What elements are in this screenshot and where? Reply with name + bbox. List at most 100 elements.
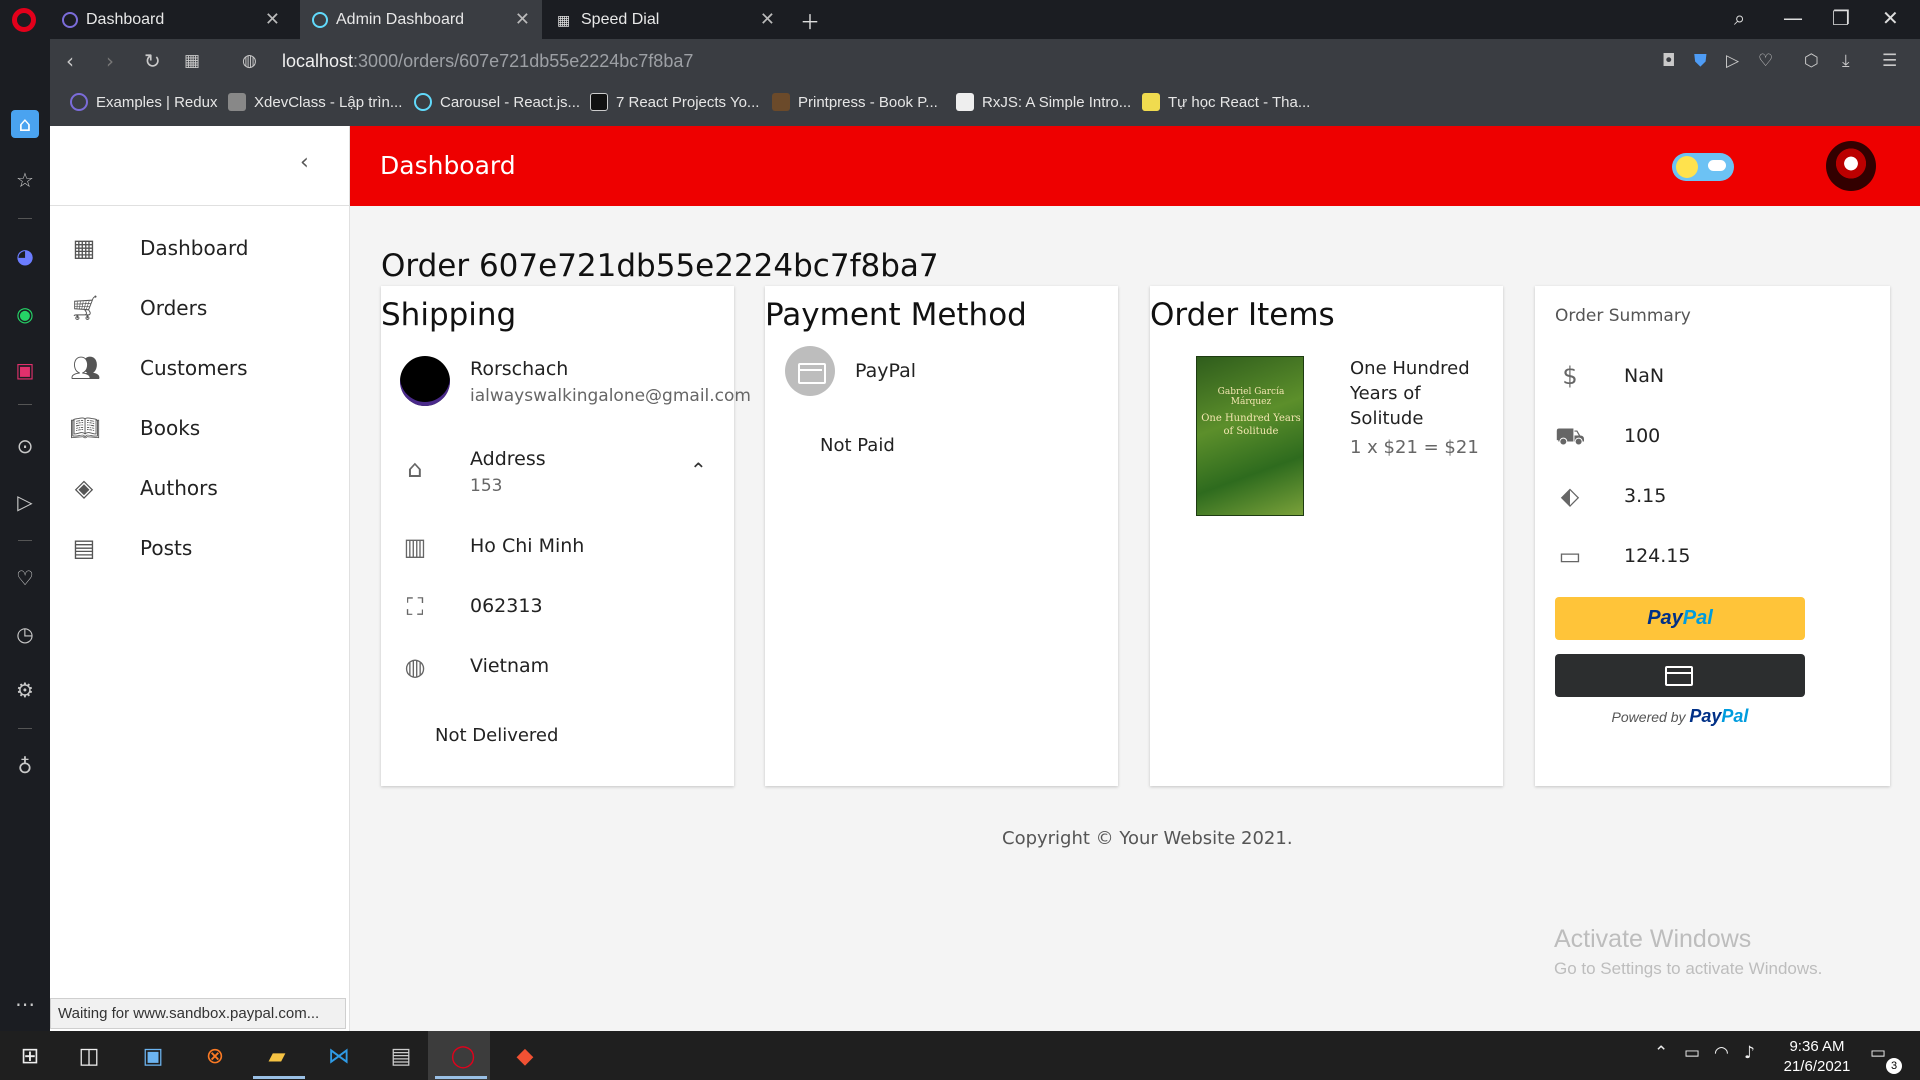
close-tab-icon[interactable]: ✕ <box>515 9 530 30</box>
git-icon[interactable]: ◆ <box>507 1040 543 1072</box>
volume-icon[interactable]: ♪ <box>1744 1043 1755 1063</box>
notifications-icon[interactable]: ▭ <box>1870 1043 1886 1063</box>
sidebar-item-dashboard[interactable]: ▦ Dashboard <box>50 218 350 278</box>
order-summary-title: Order Summary <box>1555 306 1691 326</box>
page-title: Order 607e721db55e2224bc7f8ba7 <box>381 248 939 284</box>
url-host: localhost <box>282 51 354 71</box>
sidebar-item-customers[interactable]: 👥︎ Customers <box>50 338 350 398</box>
battery-icon[interactable]: ▭ <box>1684 1043 1700 1063</box>
dashboard-icon: ▦ <box>72 234 96 262</box>
sidebar-item-posts[interactable]: ▤ Posts <box>50 518 350 578</box>
item-name[interactable]: One Hundred Years of Solitude <box>1350 356 1490 431</box>
whatsapp-icon[interactable]: ◉ <box>11 300 39 328</box>
new-tab-icon[interactable]: ＋ <box>800 6 820 35</box>
speed-dial-icon: ▦ <box>557 11 571 28</box>
sidebar-item-authors[interactable]: ◈ Authors <box>50 458 350 518</box>
sidebar-item-orders[interactable]: 🛒︎ Orders <box>50 278 350 338</box>
chevron-left-icon[interactable]: ‹ <box>300 150 309 175</box>
tab-dashboard[interactable]: Dashboard ✕ <box>50 0 292 39</box>
divider <box>18 728 32 729</box>
windows-watermark-title: Activate Windows <box>1554 925 1752 953</box>
wifi-icon[interactable]: ◠ <box>1714 1043 1729 1063</box>
taskbar-clock[interactable]: 9:36 AM 21/6/2021 <box>1772 1037 1862 1077</box>
reload-icon[interactable]: ↻ <box>144 49 161 73</box>
history-icon[interactable]: ◷ <box>11 620 39 648</box>
star-icon[interactable]: ☆ <box>11 166 39 194</box>
bookmark-printpress[interactable]: Printpress - Book P... <box>772 93 938 111</box>
url-field[interactable]: localhost:3000/orders/607e721db55e2224bc… <box>282 51 693 72</box>
chevron-up-icon[interactable]: ⌃ <box>1654 1043 1668 1063</box>
sidebar-item-label: Books <box>140 416 201 440</box>
cube-icon[interactable]: ⬡ <box>1804 51 1819 71</box>
customer-email: ialwayswalkingalone@gmail.com <box>470 386 751 406</box>
folder-icon[interactable]: ▰ <box>259 1040 295 1072</box>
close-tab-icon[interactable]: ✕ <box>265 9 280 30</box>
app-window-icon[interactable]: ▤ <box>383 1040 419 1072</box>
globe-icon: ◍ <box>242 51 257 71</box>
user-avatar[interactable] <box>1826 141 1876 191</box>
messenger-icon[interactable]: ◕ <box>11 242 39 270</box>
bookmark-xdevclass[interactable]: XdevClass - Lập trìn... <box>228 93 402 111</box>
bookmark-rxjs[interactable]: RxJS: A Simple Intro... <box>956 93 1131 111</box>
close-window-icon[interactable]: ✕ <box>1882 6 1899 30</box>
minimize-icon[interactable]: — <box>1783 6 1803 30</box>
back-icon[interactable]: ‹ <box>66 49 74 73</box>
heart-icon[interactable]: ♡ <box>1758 51 1773 71</box>
book-cover-title: One Hundred Years of Solitude <box>1201 413 1301 437</box>
file-explorer-icon[interactable]: ▣ <box>135 1040 171 1072</box>
opera-icon[interactable]: ◯ <box>445 1040 481 1072</box>
send-icon[interactable]: ▷ <box>1726 51 1739 71</box>
vscode-icon[interactable]: ⋈ <box>321 1040 357 1072</box>
customer-avatar <box>400 356 450 406</box>
player-icon[interactable]: ⊙ <box>11 432 39 460</box>
bookmark-carousel[interactable]: Carousel - React.js... <box>414 93 580 111</box>
city: Ho Chi Minh <box>470 535 585 557</box>
taskbar-running-indicator <box>253 1076 305 1079</box>
js-icon <box>1142 93 1160 111</box>
instagram-icon[interactable]: ▣ <box>11 356 39 384</box>
lightbulb-icon[interactable]: ♁ <box>11 752 39 780</box>
send-icon[interactable]: ▷ <box>11 488 39 516</box>
debit-credit-card-button[interactable] <box>1555 654 1805 697</box>
opera-logo-icon[interactable] <box>12 8 36 32</box>
tabs-grid-icon[interactable]: ▦ <box>184 51 200 71</box>
customer-name: Rorschach <box>470 358 569 380</box>
forward-icon[interactable]: › <box>106 49 114 73</box>
restore-icon[interactable]: ❐ <box>1832 6 1850 30</box>
fullscreen-icon: ⛶ <box>406 593 424 621</box>
download-icon[interactable]: ⤓ <box>1842 51 1850 71</box>
camera-icon[interactable]: ◘ <box>1662 51 1675 71</box>
cart-icon: 🛒︎ <box>70 294 101 322</box>
bookmark-redux[interactable]: Examples | Redux <box>70 93 217 111</box>
xampp-icon[interactable]: ⊗ <box>197 1040 233 1072</box>
people-icon: 👥︎ <box>70 354 101 382</box>
header-title: Dashboard <box>380 151 516 180</box>
bookmark-tu-hoc-react[interactable]: Tự học React - Tha... <box>1142 93 1310 111</box>
shield-icon[interactable]: ⛊ <box>1694 51 1707 71</box>
address-value: 153 <box>470 476 503 496</box>
paypal-button[interactable]: Pay Pal <box>1555 597 1805 640</box>
summary-shipping-value: 100 <box>1624 425 1661 447</box>
tab-speed-dial[interactable]: ▦ Speed Dial ✕ <box>545 0 787 39</box>
search-tabs-icon[interactable]: ⌕ <box>1734 6 1745 30</box>
book-cover-image[interactable]: Gabriel García Márquez One Hundred Years… <box>1196 356 1304 516</box>
menu-icon[interactable]: ☰ <box>1882 51 1897 71</box>
tab-admin-dashboard[interactable]: Admin Dashboard ✕ <box>300 0 542 39</box>
close-tab-icon[interactable]: ✕ <box>760 9 775 30</box>
sidebar-item-books[interactable]: 📖︎ Books <box>50 398 350 458</box>
home-icon[interactable]: ⌂ <box>11 110 39 138</box>
summary-total-value: 124.15 <box>1624 545 1691 567</box>
settings-icon[interactable]: ⚙ <box>11 676 39 704</box>
windows-start-icon[interactable]: ⊞ <box>12 1040 48 1072</box>
tab-label: Admin Dashboard <box>336 10 465 28</box>
paypal-pal-text: Pal <box>1682 607 1713 629</box>
credit-card-icon: ▭ <box>1558 542 1582 570</box>
task-view-icon[interactable]: ◫ <box>71 1040 107 1072</box>
chevron-up-icon[interactable]: ⌃ <box>690 458 707 482</box>
theme-toggle[interactable] <box>1672 153 1734 181</box>
country: Vietnam <box>470 655 550 677</box>
more-icon[interactable]: ⋯ <box>11 990 39 1018</box>
bookmark-react-projects[interactable]: 7 React Projects Yo... <box>590 93 759 111</box>
heart-icon[interactable]: ♡ <box>11 564 39 592</box>
react-icon <box>414 93 432 111</box>
